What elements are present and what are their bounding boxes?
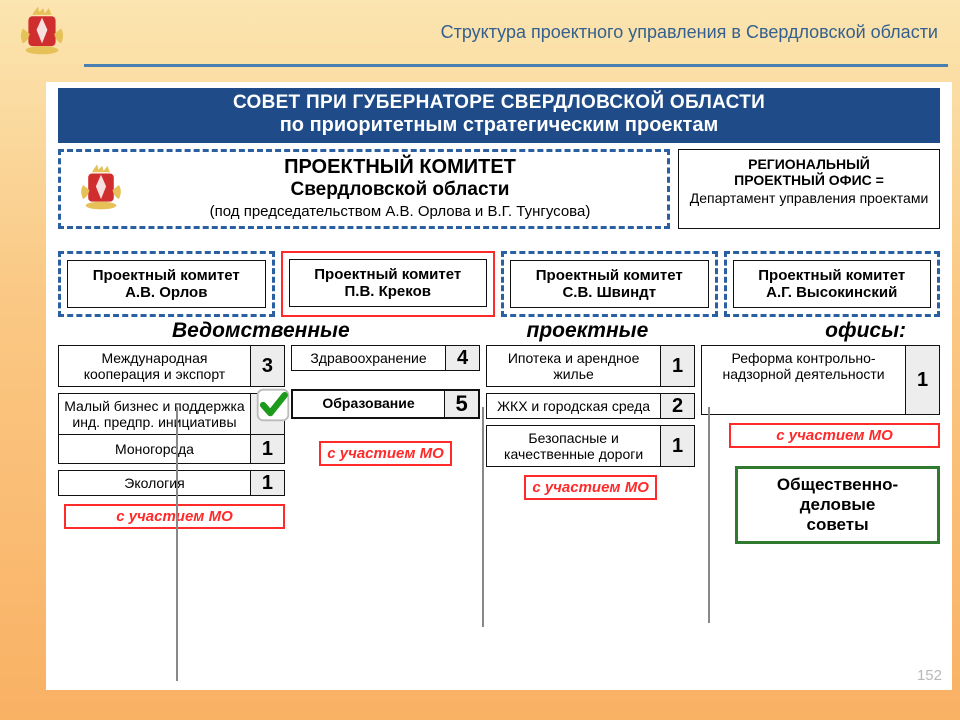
office-count: 5 [444, 391, 478, 417]
coat-of-arms-icon [69, 162, 133, 214]
page-number: 152 [917, 667, 942, 684]
office-label: Здравоохранение [292, 346, 445, 370]
bracket-line [482, 407, 484, 627]
project-committee-subtitle: Свердловской области [141, 179, 659, 201]
project-committee-chair: (под председательством А.В. Орлова и В.Г… [141, 203, 659, 220]
with-mo-tag: с участием МО [64, 504, 285, 529]
office-label: Экология [59, 471, 250, 495]
slide-title: Структура проектного управления в Свердл… [441, 22, 938, 43]
project-committee-box: ПРОЕКТНЫЙ КОМИТЕТ Свердловской области (… [58, 149, 670, 229]
offices-col-3: Ипотека и арендное жилье 1 ЖКХ и городск… [486, 345, 695, 500]
office-count: 1 [250, 471, 284, 495]
bracket-line [176, 407, 178, 681]
offices-col-2: Здравоохранение 4 Образование 5 с участи… [291, 345, 480, 466]
office-education: Образование 5 [291, 389, 480, 419]
row-sub-committees: Проектный комитет А.В. Орлов Проектный к… [58, 251, 940, 317]
sub-committee-title: Проектный комитет [736, 267, 929, 284]
title-rule [84, 64, 948, 67]
office-mortgage: Ипотека и арендное жилье 1 [486, 345, 695, 387]
offices-word-1: Ведомственные [172, 319, 350, 343]
biz-line-2: деловые [748, 495, 927, 515]
office-label: Ипотека и арендное жилье [487, 346, 660, 386]
office-health: Здравоохранение 4 [291, 345, 480, 371]
office-count: 1 [660, 426, 694, 466]
with-mo-tag: с участием МО [524, 475, 657, 500]
diagram-sheet: СОВЕТ ПРИ ГУБЕРНАТОРЕ СВЕРДЛОВСКОЙ ОБЛАС… [46, 82, 952, 690]
regional-office-l2: ПРОЕКТНЫЙ ОФИС = [685, 172, 933, 188]
offices-word-2: проектные [527, 319, 649, 343]
project-committee-title: ПРОЕКТНЫЙ КОМИТЕТ [141, 156, 659, 179]
sub-committee-name: А.Г. Высокинский [736, 284, 929, 301]
council-line-2: по приоритетным стратегическим проектам [58, 114, 940, 137]
office-label: Реформа контрольно-надзорной деятельност… [702, 346, 905, 414]
slide-header: Структура проектного управления в Свердл… [6, 6, 954, 74]
regional-office-box: РЕГИОНАЛЬНЫЙ ПРОЕКТНЫЙ ОФИС = Департамен… [678, 149, 940, 229]
with-mo-tag: с участием МО [729, 423, 940, 448]
regional-office-l1: РЕГИОНАЛЬНЫЙ [685, 156, 933, 172]
office-reform: Реформа контрольно-надзорной деятельност… [701, 345, 940, 415]
sub-committee-orlov: Проектный комитет А.В. Орлов [58, 251, 275, 317]
regional-office-l3: Департамент управления проектами [685, 190, 933, 206]
office-count: 3 [250, 346, 284, 386]
sub-committee-name: А.В. Орлов [70, 284, 263, 301]
office-label: Моногорода [59, 435, 250, 463]
office-label: Образование [293, 391, 444, 417]
office-roads: Безопасные и качественные дороги 1 [486, 425, 695, 467]
office-label: Международная кооперация и экспорт [59, 346, 250, 386]
office-count: 2 [660, 394, 694, 418]
sub-committee-inner: Проектный комитет С.В. Швиндт [510, 260, 709, 308]
office-count: 1 [660, 346, 694, 386]
offices-grid: Международная кооперация и экспорт 3 Мал… [58, 345, 940, 544]
office-count: 1 [905, 346, 939, 414]
office-jkh: ЖКХ и городская среда 2 [486, 393, 695, 419]
sub-committee-inner: Проектный комитет П.В. Креков [289, 259, 488, 307]
sub-committee-krekov: Проектный комитет П.В. Креков [281, 251, 496, 317]
sub-committee-vysokinsky: Проектный комитет А.Г. Высокинский [724, 251, 941, 317]
sub-committee-name: С.В. Швиндт [513, 284, 706, 301]
biz-line-1: Общественно- [748, 475, 927, 495]
checkmark-icon [255, 387, 291, 423]
project-committee-text: ПРОЕКТНЫЙ КОМИТЕТ Свердловской области (… [141, 156, 659, 220]
offices-col-4: Реформа контрольно-надзорной деятельност… [701, 345, 940, 544]
business-councils-box: Общественно- деловые советы [735, 466, 940, 544]
offices-col-1: Международная кооперация и экспорт 3 Мал… [58, 345, 285, 529]
council-line-1: СОВЕТ ПРИ ГУБЕРНАТОРЕ СВЕРДЛОВСКОЙ ОБЛАС… [58, 92, 940, 114]
office-count: 1 [250, 435, 284, 463]
office-label: Безопасные и качественные дороги [487, 426, 660, 466]
row-project-committee: ПРОЕКТНЫЙ КОМИТЕТ Свердловской области (… [58, 149, 940, 229]
sub-committee-shvindt: Проектный комитет С.В. Швиндт [501, 251, 718, 317]
with-mo-tag: с участием МО [319, 441, 452, 466]
office-ecology: Экология 1 [58, 470, 285, 496]
biz-line-3: советы [748, 515, 927, 535]
bracket-line [708, 407, 710, 623]
office-label: Малый бизнес и поддержка инд. предпр. ин… [59, 394, 250, 434]
departmental-offices-heading: Ведомственные проектные офисы: [52, 319, 946, 343]
sub-committee-title: Проектный комитет [513, 267, 706, 284]
sub-committee-title: Проектный комитет [292, 266, 485, 283]
office-count: 4 [445, 346, 479, 370]
office-label: ЖКХ и городская среда [487, 394, 660, 418]
offices-word-3: офисы: [825, 319, 906, 343]
council-box: СОВЕТ ПРИ ГУБЕРНАТОРЕ СВЕРДЛОВСКОЙ ОБЛАС… [58, 88, 940, 143]
sub-committee-title: Проектный комитет [70, 267, 263, 284]
coat-of-arms-icon [8, 4, 76, 60]
sub-committee-name: П.В. Креков [292, 283, 485, 300]
office-coop-export: Международная кооперация и экспорт 3 [58, 345, 285, 387]
sub-committee-inner: Проектный комитет А.Г. Высокинский [733, 260, 932, 308]
sub-committee-inner: Проектный комитет А.В. Орлов [67, 260, 266, 308]
office-small-biz-monocity: Малый бизнес и поддержка инд. предпр. ин… [58, 393, 285, 464]
